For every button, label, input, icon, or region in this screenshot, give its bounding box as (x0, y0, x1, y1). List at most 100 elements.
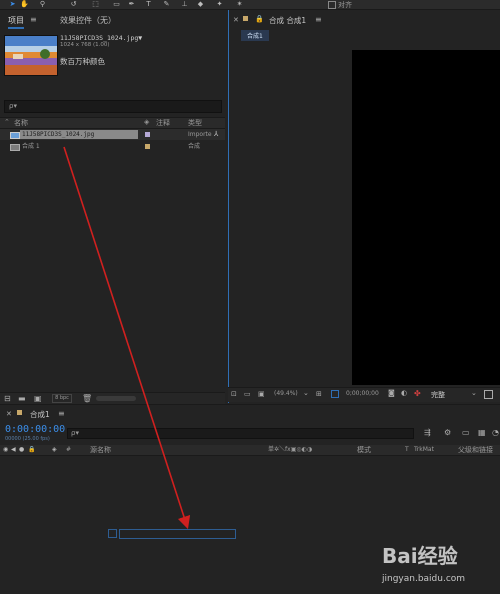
preview-note: 数百万种颜色 (60, 57, 105, 66)
horizontal-scrollbar[interactable] (96, 396, 136, 401)
close-icon[interactable]: ✕ (233, 16, 239, 24)
channel-icon[interactable]: ✤ (414, 389, 421, 398)
row-name: 合成 1 (22, 143, 40, 150)
toolbar: ➤ ✋ ⚲ ↺ ⬚ ▭ ✒ T ✎ ⊥ ◆ ✦ ✶ 对齐 (0, 0, 500, 10)
project-footer: ⊟ ▬ ▣ 8 bpc 🗑 (0, 392, 225, 404)
comp-timecode[interactable]: 0;00;00;00 (346, 390, 379, 397)
bpc-button[interactable]: 8 bpc (52, 394, 72, 403)
column-t[interactable]: T (405, 445, 409, 455)
label-swatch[interactable] (145, 144, 150, 149)
audio-icon[interactable]: ◀ (11, 445, 16, 455)
monitor-icon[interactable]: ⊡ (231, 390, 237, 398)
panel-menu-icon[interactable]: ≡ (315, 15, 322, 24)
pen-icon[interactable]: ✒ (128, 1, 135, 8)
hand-icon[interactable]: ✋ (20, 1, 29, 8)
label-tag-icon[interactable]: ◈ (144, 118, 149, 126)
lock-icon[interactable]: 🔒 (28, 445, 35, 455)
layout-icon[interactable] (484, 390, 493, 399)
preview-thumbnail (4, 35, 58, 76)
snapshot-icon[interactable]: ◙ (388, 389, 395, 397)
column-switches[interactable]: 单✲＼fx▣◎◐◑ (268, 445, 312, 455)
row-name: 11J58PICD3S_1024.jpg (20, 130, 138, 139)
text-icon[interactable]: T (145, 1, 152, 8)
pan-icon[interactable]: ⬚ (92, 1, 99, 8)
label-swatch[interactable] (145, 132, 150, 137)
search-icon: ρ▾ (9, 102, 17, 110)
column-parent[interactable]: 父级和链接 (458, 445, 493, 455)
landscape-image (5, 36, 57, 75)
comp-viewer-toolbar: ⊡ ▭ ▣ (49.4%) ⌄ ⊞ 0;00;00;00 ◙ ◐ ✤ 完整 ⌄ (228, 387, 500, 402)
screen-icon[interactable]: ▭ (244, 390, 251, 398)
chevron-down-icon[interactable]: ⌄ (303, 389, 309, 397)
watermark-brand: Bai经验 (382, 544, 458, 568)
flowchart-icon[interactable]: ⅄ (214, 129, 218, 140)
label-swatch (17, 410, 22, 415)
panel-menu-icon[interactable]: ≡ (30, 15, 37, 24)
draft-3d-icon[interactable]: ⚙ (444, 428, 451, 437)
comp-sub-tab[interactable]: 合成1 (241, 30, 269, 41)
chevron-down-icon[interactable]: ⌄ (471, 389, 477, 397)
tab-project[interactable]: 项目 (8, 15, 24, 29)
camera-icon[interactable]: ↺ (70, 1, 77, 8)
rect-icon[interactable]: ▭ (113, 1, 120, 8)
frame-info: 00000 (25.00 fps) (5, 436, 50, 442)
brush-icon[interactable]: ✎ (163, 1, 170, 8)
preview-dimensions: 1024 x 768 (1.00) (60, 42, 110, 48)
stamp-icon[interactable]: ⊥ (181, 1, 188, 8)
vr-icon[interactable]: ▣ (258, 390, 265, 398)
column-comment[interactable]: 注释 (156, 118, 170, 128)
eraser-icon[interactable]: ◆ (197, 1, 204, 8)
project-row-image[interactable]: 11J58PICD3S_1024.jpg Importe ⅄ (0, 129, 225, 140)
zoom-icon[interactable]: ⚲ (39, 1, 46, 8)
timeline-search-input[interactable]: ρ▾ (67, 428, 414, 439)
column-source-name[interactable]: 源名称 (90, 445, 111, 455)
select-icon[interactable]: ➤ (9, 1, 16, 8)
label-swatch (243, 16, 248, 21)
pin-icon[interactable]: ✶ (236, 1, 243, 8)
shy-icon[interactable]: ▭ (462, 428, 470, 437)
row-type: Importe (188, 131, 212, 138)
project-search-input[interactable]: ρ▾ (4, 100, 222, 113)
work-area-bar[interactable] (119, 529, 236, 539)
solo-icon[interactable]: ● (19, 445, 24, 455)
zoom-level[interactable]: (49.4%) (274, 390, 298, 397)
roto-icon[interactable]: ✦ (216, 1, 223, 8)
column-type[interactable]: 类型 (188, 118, 202, 128)
quality-select[interactable]: 完整 (431, 390, 445, 400)
baidu-watermark: Bai经验 jingyan.baidu.com (372, 538, 500, 593)
work-area-start[interactable] (108, 529, 117, 538)
eye-icon[interactable]: ◉ (3, 445, 8, 455)
watermark-url: jingyan.baidu.com (382, 574, 466, 584)
project-row-comp[interactable]: 合成 1 合成 (0, 141, 225, 152)
align-checkbox[interactable] (328, 1, 336, 9)
graph-editor-icon[interactable]: ◔ (492, 428, 499, 437)
preview-filename[interactable]: 11J58PICD3S_1024.jpg▼ (60, 34, 142, 42)
column-name[interactable]: 名称 (14, 118, 28, 128)
comp-tab-title[interactable]: 合成 合成1 (269, 15, 306, 26)
close-icon[interactable]: ✕ (6, 410, 12, 418)
region-icon[interactable] (331, 390, 339, 398)
layer-column-header: ◉ ◀ ● 🔒 ◈ # 源名称 单✲＼fx▣◎◐◑ 模式 T TrkMat 父级… (0, 445, 500, 456)
new-comp-icon[interactable]: ▣ (34, 394, 42, 403)
trash-icon[interactable]: 🗑 (82, 394, 92, 403)
new-folder-icon[interactable]: ▬ (18, 394, 26, 403)
frame-blend-icon[interactable]: ▦ (478, 428, 486, 437)
column-number[interactable]: # (66, 445, 71, 455)
show-snapshot-icon[interactable]: ◐ (401, 389, 407, 397)
motion-blur-icon[interactable]: ⇶ (424, 428, 431, 437)
image-file-icon (10, 132, 20, 139)
column-mode[interactable]: 模式 (357, 445, 371, 455)
composition-icon (10, 144, 20, 151)
panel-menu-icon[interactable]: ≡ (58, 409, 65, 418)
composition-viewer[interactable] (352, 50, 500, 385)
sort-icon[interactable]: ⌃ (4, 118, 10, 126)
timeline-tab-title[interactable]: 合成1 (30, 409, 50, 420)
label-tag-icon[interactable]: ◈ (52, 445, 57, 455)
grid-icon[interactable]: ⊞ (316, 390, 322, 398)
interpret-footage-icon[interactable]: ⊟ (4, 394, 11, 403)
lock-icon[interactable]: 🔒 (255, 15, 264, 23)
column-trkmat[interactable]: TrkMat (414, 445, 434, 455)
align-label: 对齐 (338, 1, 352, 9)
timeline-timecode[interactable]: 0:00:00:00 (5, 424, 65, 435)
tab-effects[interactable]: 效果控件（无） (60, 15, 116, 26)
